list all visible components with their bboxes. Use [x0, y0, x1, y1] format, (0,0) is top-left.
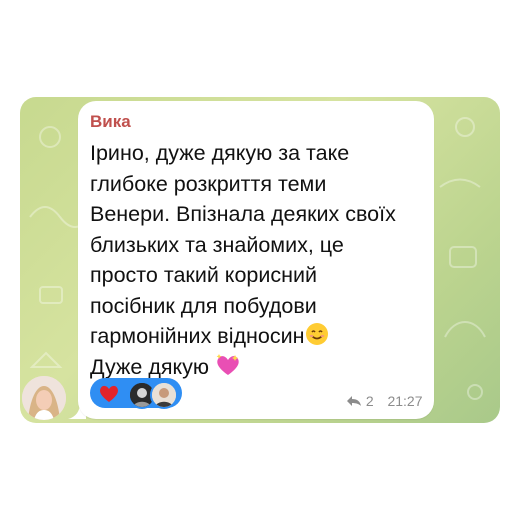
message-line: глибоке розкриття теми	[90, 171, 327, 196]
message-line: посібник для побудови	[90, 293, 317, 318]
message-meta: 2 21:27	[346, 392, 423, 409]
reaction-user-avatar	[150, 381, 178, 409]
smiling-face-emoji-icon	[305, 323, 328, 345]
message-line: гармонійних відносин	[90, 324, 305, 348]
message-line: Дуже дякую	[90, 354, 210, 379]
message-text: Ірино, дуже дякую за таке глибоке розкри…	[90, 138, 420, 382]
heart-reaction-icon	[100, 385, 118, 402]
message-line: близьких та знайомих, це	[90, 232, 344, 257]
message-line: просто такий корисний	[90, 263, 318, 287]
sender-avatar[interactable]	[22, 376, 66, 420]
message-line-with-emoji: гармонійних відносин	[90, 321, 420, 352]
message-line: Венери. Впізнала деяких своїх	[90, 202, 396, 226]
reaction-pill[interactable]	[90, 378, 182, 409]
reply-count[interactable]: 2	[366, 393, 374, 409]
sender-name[interactable]: Вика	[90, 112, 131, 132]
sparkling-heart-emoji-icon	[216, 353, 239, 375]
avatar-photo-icon	[22, 376, 66, 420]
reply-arrow-icon[interactable]	[346, 395, 362, 407]
message-time: 21:27	[387, 393, 423, 410]
message-line: Ірино, дуже дякую за таке	[90, 141, 350, 165]
user-avatar-icon	[152, 383, 176, 407]
